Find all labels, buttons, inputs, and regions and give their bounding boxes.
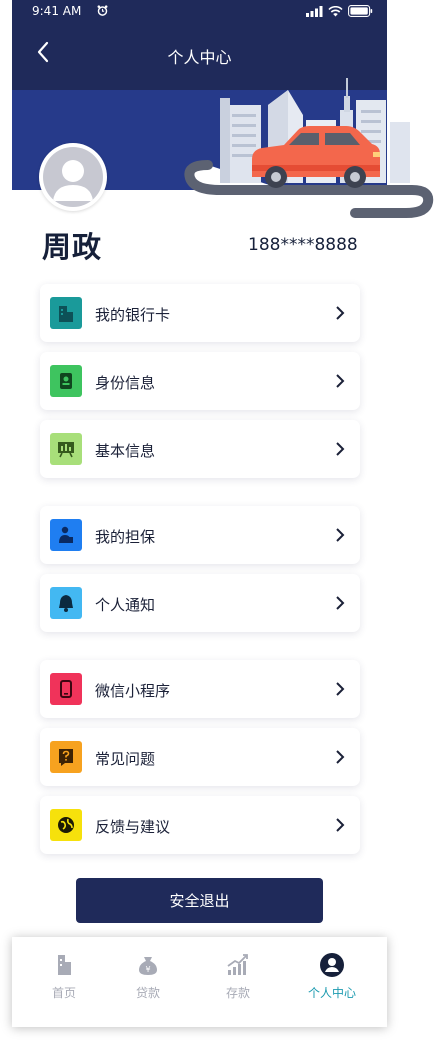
- chevron-right-icon: [336, 750, 345, 764]
- chevron-right-icon: [336, 306, 345, 320]
- user-phone: 188****8888: [248, 235, 358, 255]
- chevron-right-icon: [336, 682, 345, 696]
- menu-item-identity-info[interactable]: 身份信息: [40, 352, 360, 410]
- profile-icon: [320, 953, 344, 977]
- menu-item-guarantee[interactable]: 我的担保: [40, 506, 360, 564]
- chevron-right-icon: [336, 596, 345, 610]
- menu-item-label: 反馈与建议: [95, 818, 171, 836]
- menu-item-label: 基本信息: [95, 442, 156, 460]
- feedback-icon: [50, 809, 82, 841]
- loan-moneybag-icon: ¥: [139, 957, 157, 975]
- tab-deposit[interactable]: 存款: [198, 951, 278, 1011]
- menu-item-notifications[interactable]: 个人通知: [40, 574, 360, 632]
- menu-item-faq[interactable]: 常见问题: [40, 728, 360, 786]
- svg-text:¥: ¥: [145, 965, 150, 974]
- deposit-chart-icon: [227, 954, 248, 975]
- menu-item-mini-program[interactable]: 微信小程序: [40, 660, 360, 718]
- wifi-icon: [328, 5, 343, 16]
- menu-item-basic-info[interactable]: 基本信息: [40, 420, 360, 478]
- question-icon: [50, 741, 82, 773]
- tab-label: 贷款: [135, 986, 160, 1000]
- id-info-icon: [50, 365, 82, 397]
- guarantee-icon: [50, 519, 82, 551]
- menu-item-label: 个人通知: [95, 596, 156, 614]
- menu-item-bank-card[interactable]: 我的银行卡: [40, 284, 360, 342]
- tab-label: 存款: [225, 986, 250, 1000]
- alarm-icon: [97, 5, 108, 16]
- chevron-right-icon: [336, 442, 345, 456]
- bank-card-icon: [50, 297, 82, 329]
- user-silhouette-icon: [53, 160, 93, 201]
- user-name: 周政: [42, 230, 103, 264]
- tab-profile[interactable]: 个人中心: [292, 951, 372, 1011]
- chevron-right-icon: [336, 374, 345, 388]
- menu-item-label: 常见问题: [95, 750, 156, 768]
- signal-icon: [306, 5, 323, 17]
- basic-info-icon: [50, 433, 82, 465]
- status-time: 9:41 AM: [32, 4, 82, 18]
- tab-loan[interactable]: ¥ 贷款: [108, 951, 188, 1011]
- menu-item-label: 我的银行卡: [95, 306, 171, 324]
- city-car-illustration: [184, 78, 434, 218]
- tab-home[interactable]: 首页: [24, 951, 104, 1011]
- logout-button[interactable]: 安全退出: [76, 878, 323, 923]
- menu-item-feedback[interactable]: 反馈与建议: [40, 796, 360, 854]
- avatar-placeholder: [43, 147, 103, 207]
- page-title: 个人中心: [167, 48, 232, 67]
- home-building-icon: [58, 955, 71, 975]
- bell-icon: [50, 587, 82, 619]
- avatar[interactable]: [39, 143, 107, 211]
- chevron-right-icon: [336, 818, 345, 832]
- status-indicators: [306, 5, 373, 17]
- tab-label: 个人中心: [307, 986, 356, 1000]
- bottom-tab-bar: 首页 ¥ 贷款 存款 个人中心: [12, 937, 387, 1027]
- chevron-right-icon: [336, 528, 345, 542]
- menu-item-label: 我的担保: [95, 528, 156, 546]
- menu-item-label: 微信小程序: [95, 682, 171, 700]
- tab-label: 首页: [51, 986, 76, 1000]
- menu-item-label: 身份信息: [95, 374, 156, 392]
- battery-icon: [348, 5, 373, 17]
- mini-program-icon: [50, 673, 82, 705]
- status-bar: 9:41 AM: [12, 0, 387, 24]
